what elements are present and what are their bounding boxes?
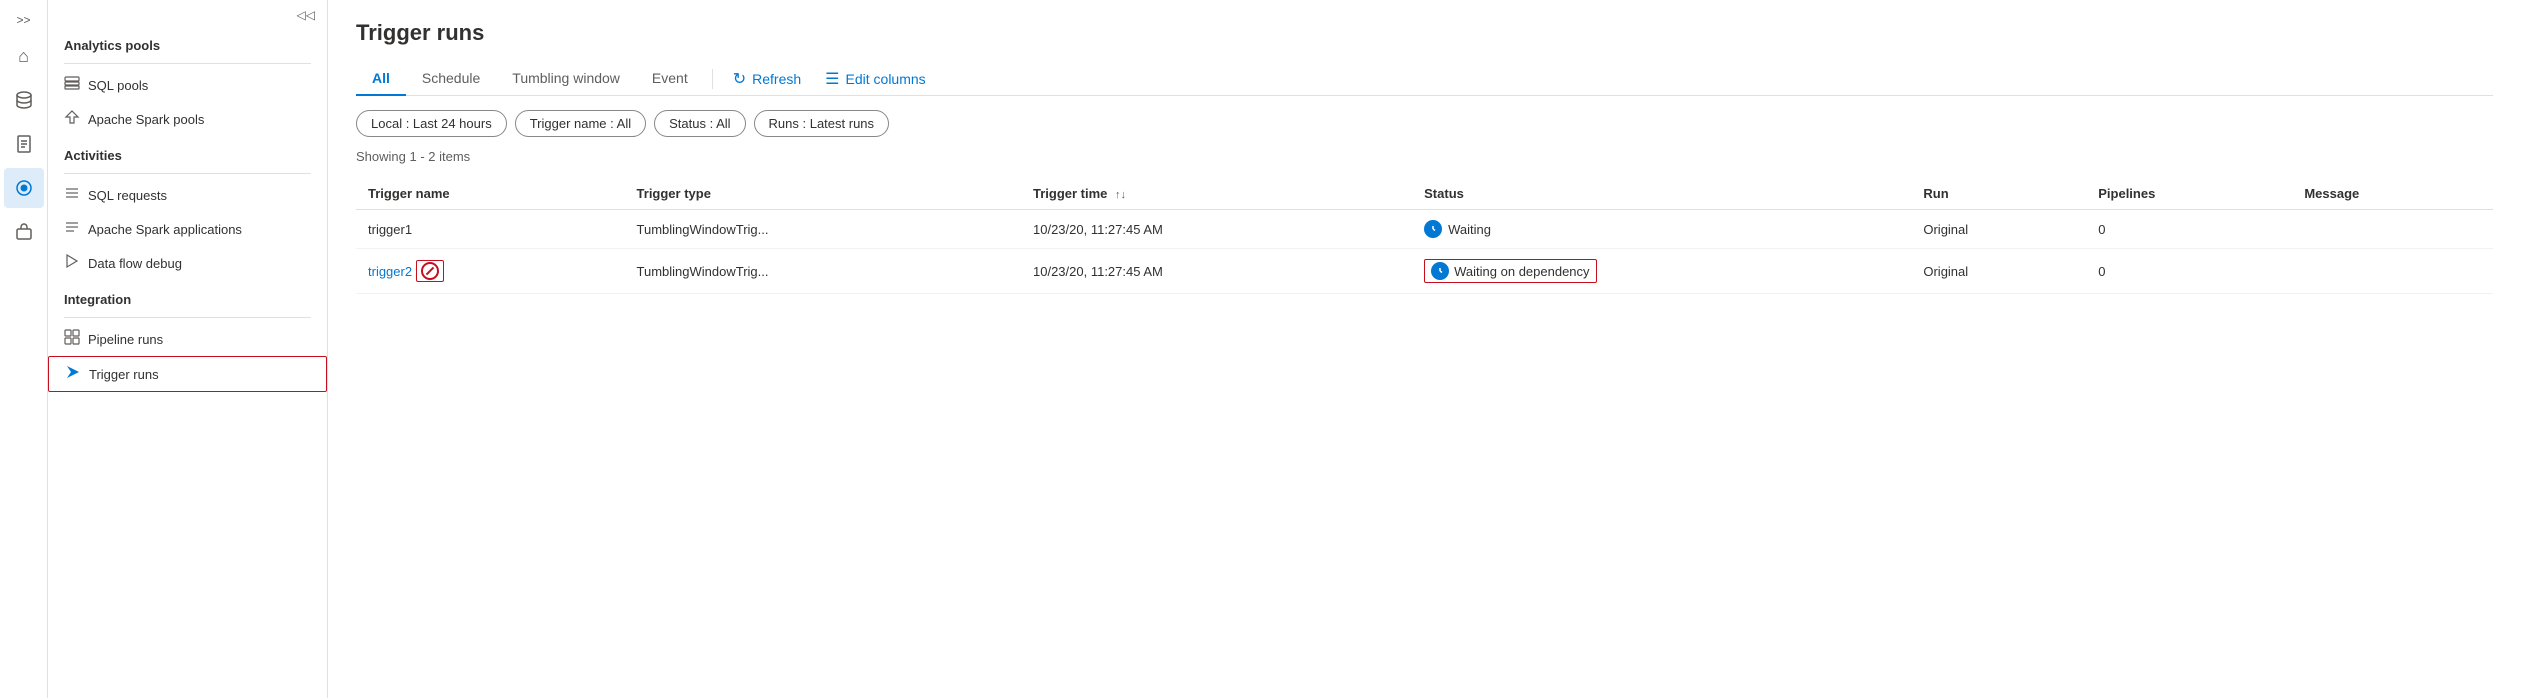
edit-columns-icon: ☰ (825, 69, 839, 89)
status-dep-text: Waiting on dependency (1454, 264, 1589, 279)
pipelines-cell: 0 (2086, 210, 2292, 249)
runs-filter[interactable]: Runs : Latest runs (754, 110, 890, 137)
activities-section-title: Activities (48, 136, 327, 169)
sidebar-item-pipeline-runs[interactable]: Pipeline runs (48, 322, 327, 356)
spark-pools-icon (64, 109, 80, 129)
pipelines-cell: 0 (2086, 249, 2292, 294)
edit-columns-button[interactable]: ☰ Edit columns (813, 63, 938, 95)
sidebar-item-trigger-runs[interactable]: Trigger runs (48, 356, 327, 392)
message-cell (2292, 210, 2493, 249)
trigger-name-cell: trigger1 (356, 210, 625, 249)
table-row: trigger2 TumblingWindowTrig... 10/23/20,… (356, 249, 2493, 294)
tab-event[interactable]: Event (636, 62, 704, 96)
monitor-icon[interactable] (4, 168, 44, 208)
data-icon[interactable] (4, 80, 44, 120)
briefcase-icon[interactable] (4, 212, 44, 252)
page-title: Trigger runs (356, 20, 2493, 46)
status-filter[interactable]: Status : All (654, 110, 745, 137)
integration-section-title: Integration (48, 280, 327, 313)
trigger2-link[interactable]: trigger2 (368, 264, 412, 279)
tab-bar: All Schedule Tumbling window Event ↻ Ref… (356, 62, 2493, 96)
tab-tumbling[interactable]: Tumbling window (496, 62, 636, 96)
data-flow-debug-icon (64, 253, 80, 273)
status-cell: Waiting (1412, 210, 1911, 249)
col-trigger-name: Trigger name (356, 178, 625, 210)
col-status: Status (1412, 178, 1911, 210)
trigger-runs-label: Trigger runs (89, 367, 159, 382)
pipeline-runs-icon (64, 329, 80, 349)
col-message: Message (2292, 178, 2493, 210)
showing-text: Showing 1 - 2 items (356, 149, 2493, 164)
run-cell: Original (1911, 210, 2086, 249)
col-pipelines: Pipelines (2086, 178, 2292, 210)
refresh-icon: ↻ (733, 69, 746, 89)
sidebar: ◁◁ Analytics pools SQL pools Apache Spar… (48, 0, 328, 698)
pipeline-runs-label: Pipeline runs (88, 332, 163, 347)
blocked-circle-icon (421, 262, 439, 280)
sql-requests-icon (64, 185, 80, 205)
trigger-runs-table: Trigger name Trigger type Trigger time ↑… (356, 178, 2493, 294)
sidebar-item-sql-requests[interactable]: SQL requests (48, 178, 327, 212)
tab-all[interactable]: All (356, 62, 406, 96)
trigger-name-filter[interactable]: Trigger name : All (515, 110, 646, 137)
edit-columns-label: Edit columns (846, 71, 926, 87)
status-cell: Waiting on dependency (1412, 249, 1911, 294)
col-trigger-type: Trigger type (625, 178, 1021, 210)
sort-icon: ↑↓ (1115, 189, 1126, 201)
expand-rail-button[interactable]: >> (4, 8, 44, 32)
sidebar-item-data-flow-debug[interactable]: Data flow debug (48, 246, 327, 280)
sidebar-item-spark-apps[interactable]: Apache Spark applications (48, 212, 327, 246)
document-icon[interactable] (4, 124, 44, 164)
refresh-button[interactable]: ↻ Refresh (721, 63, 813, 95)
collapse-sidebar-button[interactable]: ◁◁ (297, 8, 315, 22)
filter-bar: Local : Last 24 hours Trigger name : All… (356, 110, 2493, 137)
tab-schedule[interactable]: Schedule (406, 62, 496, 96)
col-trigger-time[interactable]: Trigger time ↑↓ (1021, 178, 1412, 210)
spark-apps-icon (64, 219, 80, 239)
trigger-name-text: trigger1 (368, 222, 412, 237)
status-clock-icon (1424, 220, 1442, 238)
trigger-type-cell: TumblingWindowTrig... (625, 249, 1021, 294)
run-cell: Original (1911, 249, 2086, 294)
main-content: Trigger runs All Schedule Tumbling windo… (328, 0, 2521, 698)
message-cell (2292, 249, 2493, 294)
col-run: Run (1911, 178, 2086, 210)
spark-pools-label: Apache Spark pools (88, 112, 204, 127)
blocked-icon-wrapper (416, 260, 444, 282)
status-clock-icon-dep (1431, 262, 1449, 280)
sql-requests-label: SQL requests (88, 188, 167, 203)
refresh-label: Refresh (752, 71, 801, 87)
analytics-pools-section-title: Analytics pools (48, 26, 327, 59)
waiting-dep-status: Waiting on dependency (1424, 259, 1596, 283)
home-icon[interactable]: ⌂ (4, 36, 44, 76)
icon-rail: >> ⌂ (0, 0, 48, 698)
tab-separator (712, 69, 713, 89)
trigger-time-cell: 10/23/20, 11:27:45 AM (1021, 210, 1412, 249)
trigger-type-cell: TumblingWindowTrig... (625, 210, 1021, 249)
spark-apps-label: Apache Spark applications (88, 222, 242, 237)
sql-pools-icon (64, 75, 80, 95)
trigger-time-cell: 10/23/20, 11:27:45 AM (1021, 249, 1412, 294)
trigger-runs-icon (65, 364, 81, 384)
status-text: Waiting (1448, 222, 1491, 237)
sidebar-item-sql-pools[interactable]: SQL pools (48, 68, 327, 102)
sql-pools-label: SQL pools (88, 78, 148, 93)
data-flow-debug-label: Data flow debug (88, 256, 182, 271)
sidebar-item-spark-pools[interactable]: Apache Spark pools (48, 102, 327, 136)
table-row: trigger1 TumblingWindowTrig... 10/23/20,… (356, 210, 2493, 249)
local-time-filter[interactable]: Local : Last 24 hours (356, 110, 507, 137)
trigger-name-cell: trigger2 (356, 249, 625, 294)
